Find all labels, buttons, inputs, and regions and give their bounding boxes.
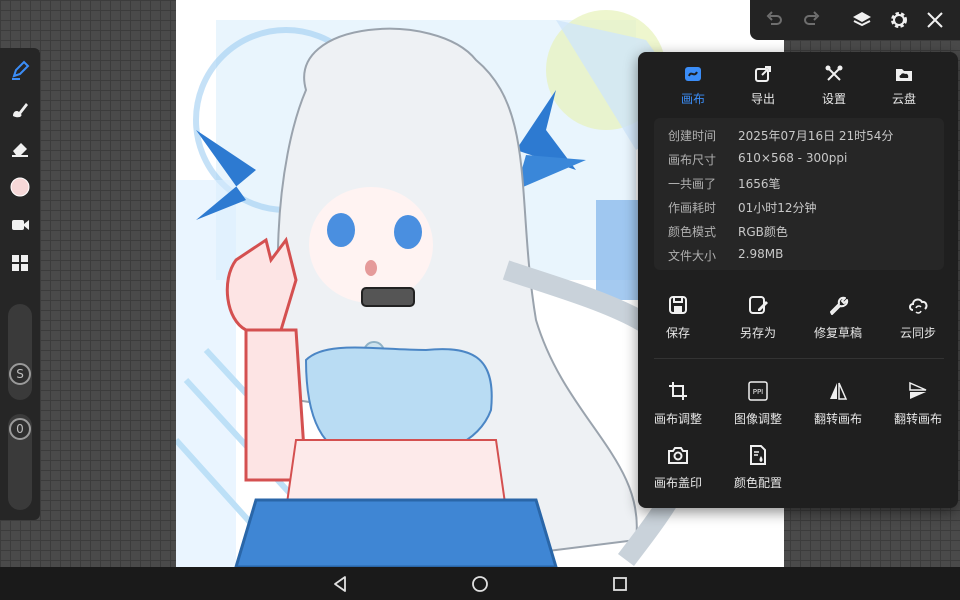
save-button[interactable]: 保存 xyxy=(638,292,718,346)
flip-horizontal-icon xyxy=(830,382,848,400)
canvas-stamp-label: 画布盖印 xyxy=(653,476,702,490)
nav-recents-button[interactable] xyxy=(609,573,631,595)
info-value: 01小时12分钟 xyxy=(738,201,817,215)
info-key: 画布尺寸 xyxy=(668,153,717,167)
color-profile-icon xyxy=(750,445,766,465)
tab-cloud-drive[interactable]: 云盘 xyxy=(869,60,939,110)
brush-size-knob[interactable]: S xyxy=(9,363,31,385)
cloud-drive-icon xyxy=(896,69,912,81)
redo-button[interactable] xyxy=(800,8,824,32)
info-key: 文件大小 xyxy=(668,249,717,263)
repair-wrench-icon xyxy=(830,296,849,315)
save-as-icon xyxy=(749,296,768,314)
info-value: 2.98MB xyxy=(738,247,784,261)
flip-vertical-icon xyxy=(909,381,927,399)
tab-settings[interactable]: 设置 xyxy=(799,60,869,110)
canvas-adjust-label: 画布调整 xyxy=(653,412,702,426)
flip-canvas-vertical-label: 翻转画布 xyxy=(893,412,942,426)
home-icon xyxy=(472,576,488,592)
repair-draft-button[interactable]: 修复草稿 xyxy=(798,292,878,346)
save-as-button[interactable]: 另存为 xyxy=(718,292,798,346)
tab-canvas-label: 画布 xyxy=(680,92,705,106)
color-picker-button[interactable] xyxy=(8,175,32,199)
export-icon xyxy=(755,66,771,82)
info-key: 创建时间 xyxy=(668,129,717,143)
crop-icon xyxy=(669,382,687,400)
color-profile-button[interactable]: 颜色配置 xyxy=(718,442,798,496)
cloud-sync-label: 云同步 xyxy=(899,326,936,340)
cloud-sync-icon xyxy=(909,298,928,314)
canvas-info-panel: 画布 导出 设置 云盘 创建时间 2025年07月16日 21时54分 画布尺寸… xyxy=(638,52,958,508)
smudge-icon xyxy=(13,103,28,118)
camera-stamp-icon xyxy=(668,447,688,464)
flip-canvas-horizontal-button[interactable]: 翻转画布 xyxy=(798,378,878,432)
panel-tabs: 画布 导出 设置 云盘 xyxy=(638,60,958,110)
nav-back-button[interactable] xyxy=(329,573,351,595)
top-action-bar xyxy=(750,0,960,40)
undo-button[interactable] xyxy=(762,8,786,32)
system-nav-bar xyxy=(0,567,960,600)
tab-cloud-drive-label: 云盘 xyxy=(891,92,916,106)
canvas-adjust-button[interactable]: 画布调整 xyxy=(638,378,718,432)
flip-canvas-vertical-button[interactable]: 翻转画布 xyxy=(878,378,958,432)
close-icon xyxy=(927,12,943,28)
canvas-info-box: 创建时间 2025年07月16日 21时54分 画布尺寸 610×568 - 3… xyxy=(654,118,944,270)
layout-grid-button[interactable] xyxy=(8,251,32,275)
color-profile-label: 颜色配置 xyxy=(733,476,782,490)
svg-text:PPI: PPI xyxy=(753,388,764,396)
image-adjust-button[interactable]: PPI 图像调整 xyxy=(718,378,798,432)
info-key: 颜色模式 xyxy=(668,225,717,239)
flip-canvas-horizontal-label: 翻转画布 xyxy=(813,412,862,426)
save-as-label: 另存为 xyxy=(739,326,776,340)
brush-pen-icon xyxy=(12,60,30,80)
color-swatch-icon xyxy=(10,177,30,197)
info-value: RGB颜色 xyxy=(738,225,788,239)
layers-icon xyxy=(853,12,871,27)
brush-size-slider[interactable] xyxy=(8,304,32,400)
undo-icon xyxy=(766,11,782,25)
nav-home-button[interactable] xyxy=(469,573,491,595)
smudge-tool-button[interactable] xyxy=(8,97,32,121)
tab-settings-label: 设置 xyxy=(821,92,846,106)
save-label: 保存 xyxy=(665,326,690,340)
info-value: 1656笔 xyxy=(738,177,781,191)
opacity-knob[interactable]: 0 xyxy=(9,418,31,440)
ppi-icon: PPI xyxy=(748,381,768,401)
repair-draft-label: 修复草稿 xyxy=(813,326,862,340)
tools-icon xyxy=(825,65,843,81)
tab-export-label: 导出 xyxy=(750,92,775,106)
eraser-tool-button[interactable] xyxy=(8,136,32,160)
brush-tool-button[interactable] xyxy=(8,58,32,82)
canvas-stamp-button[interactable]: 画布盖印 xyxy=(638,442,718,496)
left-toolbar: S 0 xyxy=(0,48,40,520)
info-value: 2025年07月16日 21时54分 xyxy=(738,129,894,143)
redo-icon xyxy=(804,11,820,25)
close-button[interactable] xyxy=(923,8,947,32)
back-icon xyxy=(334,576,346,592)
record-button[interactable] xyxy=(8,213,32,237)
settings-button[interactable] xyxy=(887,8,911,32)
canvas-icon xyxy=(685,67,701,81)
layers-button[interactable] xyxy=(850,8,874,32)
image-adjust-label: 图像调整 xyxy=(733,412,782,426)
layers-grid-icon xyxy=(12,255,28,271)
video-record-icon xyxy=(12,220,29,230)
info-value: 610×568 - 300ppi xyxy=(738,151,848,165)
settings-icon xyxy=(891,12,907,28)
recents-icon xyxy=(613,577,627,591)
cloud-sync-button[interactable]: 云同步 xyxy=(878,292,958,346)
tab-canvas[interactable]: 画布 xyxy=(658,60,728,110)
save-icon xyxy=(669,296,687,314)
tab-export[interactable]: 导出 xyxy=(728,60,798,110)
panel-divider xyxy=(654,358,944,359)
eraser-icon xyxy=(12,143,28,157)
info-key: 作画耗时 xyxy=(668,201,717,215)
info-key: 一共画了 xyxy=(668,177,717,191)
